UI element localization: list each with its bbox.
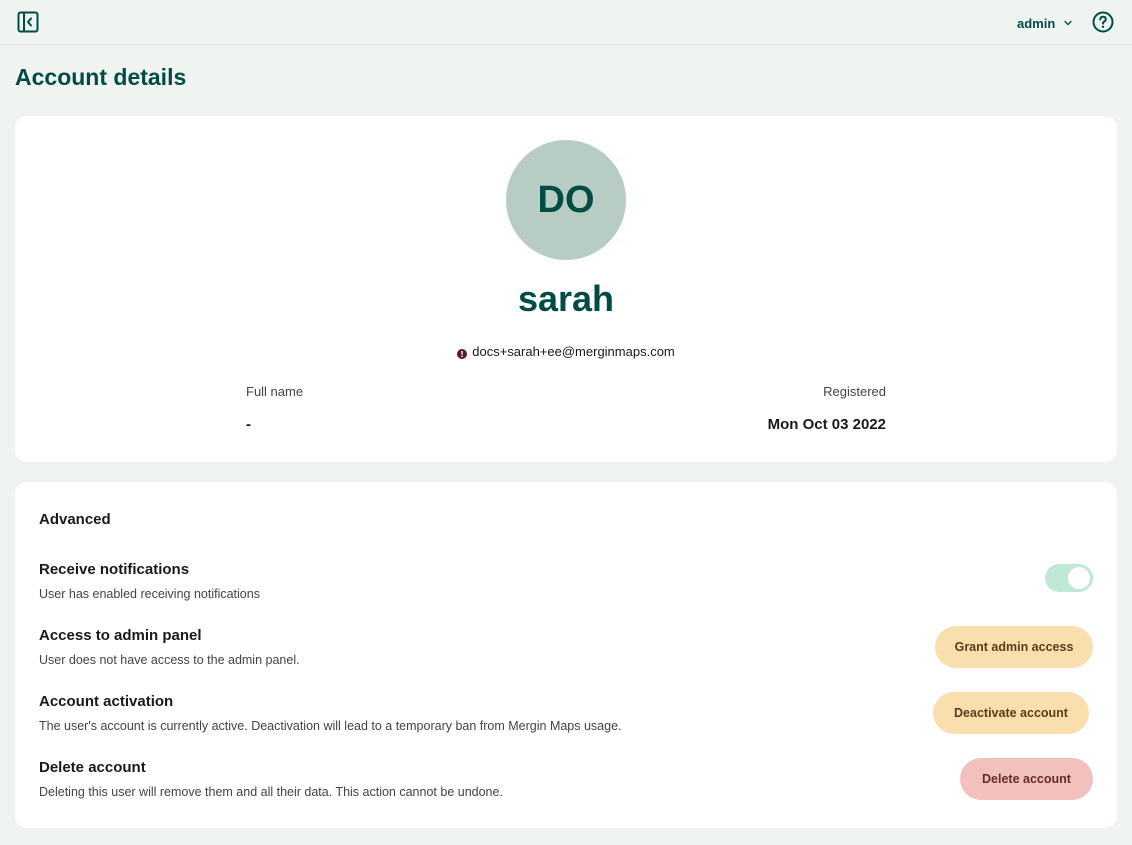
full-name-label: Full name: [246, 384, 304, 399]
top-bar: admin: [0, 0, 1132, 45]
toggle-knob: [1068, 567, 1090, 589]
deactivate-account-button[interactable]: Deactivate account: [933, 692, 1089, 734]
activation-description: The user's account is currently active. …: [39, 719, 622, 733]
chevron-down-icon: [1063, 16, 1073, 31]
user-menu[interactable]: admin: [1017, 14, 1073, 32]
warning-icon: [457, 347, 468, 359]
registered-value: Mon Oct 03 2022: [767, 416, 886, 433]
notifications-toggle[interactable]: [1045, 564, 1093, 592]
email-row: docs+sarah+ee@merginmaps.com: [15, 344, 1117, 359]
advanced-heading: Advanced: [39, 511, 111, 528]
admin-panel-title: Access to admin panel: [39, 627, 202, 644]
profile-card: DO sarah docs+sarah+ee@merginmaps.com Fu…: [15, 116, 1117, 462]
admin-panel-description: User does not have access to the admin p…: [39, 653, 300, 667]
registered-label: Registered: [823, 384, 886, 399]
delete-description: Deleting this user will remove them and …: [39, 785, 503, 799]
activation-title: Account activation: [39, 693, 174, 710]
grant-admin-button[interactable]: Grant admin access: [935, 626, 1093, 668]
email-text: docs+sarah+ee@merginmaps.com: [472, 344, 675, 359]
full-name-value: -: [246, 416, 251, 433]
sidebar-collapse-icon[interactable]: [16, 10, 40, 34]
user-menu-label: admin: [1017, 15, 1056, 31]
page-title: Account details: [15, 64, 187, 90]
help-circle-icon[interactable]: [1092, 11, 1114, 33]
delete-account-button[interactable]: Delete account: [960, 758, 1093, 800]
avatar: DO: [506, 140, 626, 260]
notifications-description: User has enabled receiving notifications: [39, 587, 260, 601]
notifications-title: Receive notifications: [39, 561, 190, 578]
username: sarah: [517, 278, 615, 319]
advanced-card: Advanced Receive notifications User has …: [15, 482, 1117, 828]
delete-title: Delete account: [39, 759, 146, 776]
